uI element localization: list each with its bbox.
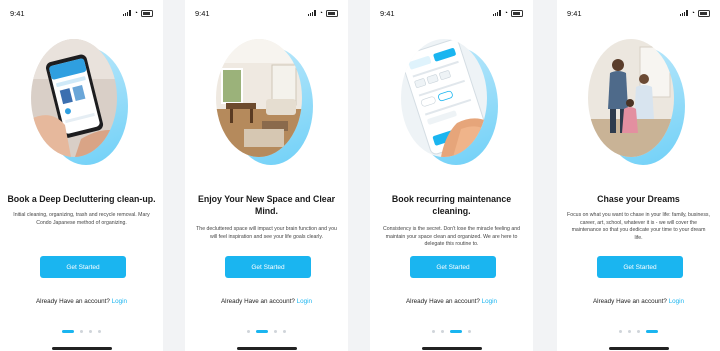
onboarding-title: Book recurring maintenance cleaning. [391,194,512,216]
wifi-icon: ◔ [503,9,508,17]
home-indicator [422,347,482,350]
account-prompt: Already Have an account? Login [557,298,720,305]
get-started-button[interactable]: Get Started [597,256,683,278]
page-indicator [370,330,533,333]
page-dot[interactable] [274,330,277,333]
onboarding-description: The decluttered space will impact your b… [196,226,337,240]
wifi-icon: ◔ [318,9,323,17]
page-dot[interactable] [283,330,286,333]
page-dot[interactable] [441,330,444,333]
home-indicator [52,347,112,350]
get-started-button[interactable]: Get Started [225,256,311,278]
status-bar: 9:41 ◔ [10,7,153,19]
account-text: Already Have an account? [592,298,667,305]
login-link[interactable]: Login [297,298,312,305]
status-time: 9:41 [380,8,395,18]
page-dot[interactable] [468,330,471,333]
battery-icon [698,9,710,17]
status-time: 9:41 [567,8,582,18]
status-time: 9:41 [195,8,210,18]
signal-icon [307,10,316,16]
account-prompt: Already Have an account? Login [185,298,348,305]
get-started-button[interactable]: Get Started [410,256,496,278]
onboarding-screen-4: 9:41 ◔ Chase your Dreams Focus on what y… [557,0,720,351]
signal-icon [679,10,688,16]
page-dot[interactable] [89,330,92,333]
status-time: 9:41 [10,8,25,18]
page-dot[interactable] [628,330,631,333]
page-dot[interactable] [637,330,640,333]
home-indicator [609,347,669,350]
wifi-icon: ◔ [133,9,138,17]
battery-icon [141,9,153,17]
onboarding-title: Chase your Dreams [597,194,680,204]
account-text: Already Have an account? [220,298,295,305]
onboarding-screen-1: 9:41 ◔ Book a Deep Decluttering clean-up… [0,0,163,351]
login-link[interactable]: Login [482,298,497,305]
hero-image-living-room [216,39,302,157]
page-dot[interactable] [98,330,101,333]
page-dot-active[interactable] [646,330,658,333]
login-link[interactable]: Login [112,298,127,305]
page-indicator [185,330,348,333]
status-bar: 9:41 ◔ [380,7,523,19]
onboarding-description: Consistency is the secret. Don't lose th… [382,226,521,248]
onboarding-screen-3: 9:41 ◔ Book recurring maintenance cleani… [370,0,533,351]
onboarding-title: Enjoy Your New Space and Clear Mind. [197,194,336,216]
hero-image-booking-app [401,39,487,157]
hero-image-phone-in-hand [31,39,117,157]
battery-icon [326,9,338,17]
onboarding-description: Focus on what you want to chase in your … [567,212,710,241]
page-dot-active[interactable] [62,330,74,333]
status-bar: 9:41 ◔ [567,7,710,19]
onboarding-screen-2: 9:41 ◔ Enjoy Your New Space and Clear Mi… [185,0,348,351]
page-dot[interactable] [432,330,435,333]
onboarding-description: Initial cleaning, organizing, trash and … [13,212,150,226]
home-indicator [237,347,297,350]
get-started-button[interactable]: Get Started [40,256,126,278]
hero-image-family-dancing [588,39,674,157]
page-dot-active[interactable] [256,330,268,333]
page-dot[interactable] [619,330,622,333]
signal-icon [492,10,501,16]
battery-icon [511,9,523,17]
page-dot[interactable] [80,330,83,333]
account-text: Already Have an account? [35,298,110,305]
status-bar: 9:41 ◔ [195,7,338,19]
page-indicator [0,330,163,333]
wifi-icon: ◔ [690,9,695,17]
account-prompt: Already Have an account? Login [370,298,533,305]
account-prompt: Already Have an account? Login [0,298,163,305]
onboarding-title: Book a Deep Decluttering clean-up. [7,194,156,204]
signal-icon [122,10,131,16]
login-link[interactable]: Login [669,298,684,305]
page-indicator [557,330,720,333]
page-dot[interactable] [247,330,250,333]
account-text: Already Have an account? [405,298,480,305]
page-dot-active[interactable] [450,330,462,333]
